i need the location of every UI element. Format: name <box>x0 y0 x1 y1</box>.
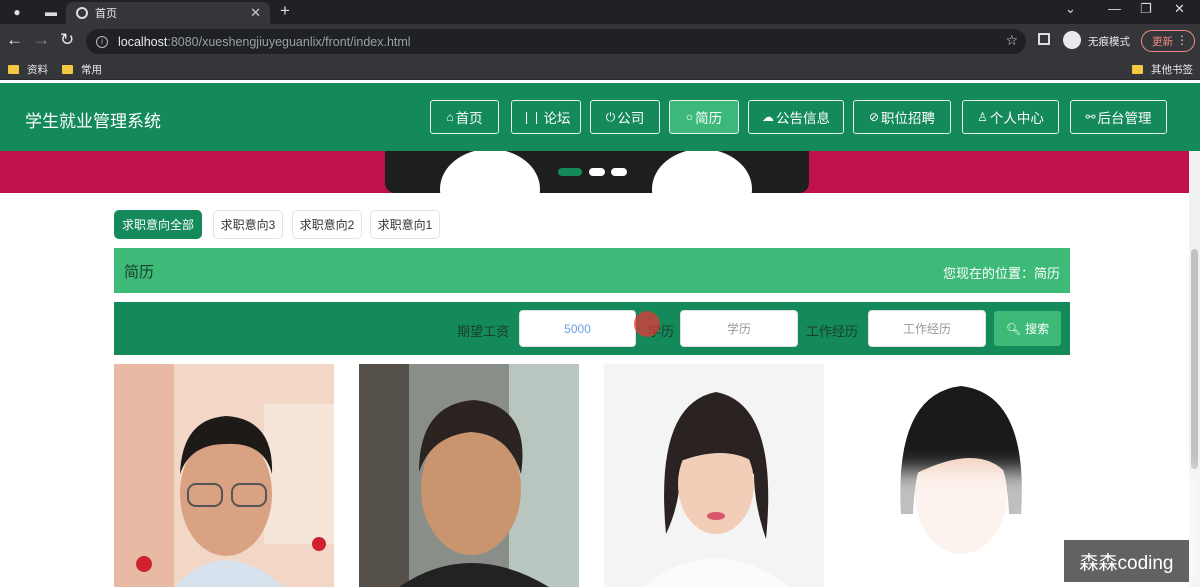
new-tab-icon[interactable]: + <box>280 1 290 21</box>
menu-dots-icon[interactable]: ⋮ <box>1176 33 1188 47</box>
filter-all[interactable]: 求职意向全部 <box>114 210 202 239</box>
bookmark-label: 常用 <box>81 64 102 76</box>
cloud-icon: ☁ <box>762 110 774 124</box>
globe-icon <box>76 7 88 19</box>
link-icon: ⚯ <box>1085 110 1096 124</box>
close-tab-icon[interactable]: ✕ <box>250 5 261 21</box>
power-icon: ⏻ <box>605 109 616 124</box>
filter-intent-2[interactable]: 求职意向2 <box>292 210 362 239</box>
carousel-dot-active[interactable] <box>558 168 582 176</box>
banner-carousel[interactable] <box>0 151 1189 193</box>
experience-input[interactable]: 工作经历 <box>868 310 986 347</box>
bookmark-folder-2[interactable]: 常用 <box>62 62 102 77</box>
nav-profile[interactable]: ♙ 个人中心 <box>962 100 1059 134</box>
nav-label: 个人中心 <box>989 111 1044 126</box>
resume-card-photo[interactable] <box>359 364 579 587</box>
nav-label: 后台管理 <box>1097 111 1152 126</box>
salary-label: 期望工资 <box>457 324 510 339</box>
education-input[interactable]: 学历 <box>680 310 798 347</box>
browser-tab-active[interactable]: 首页 ✕ <box>66 2 270 24</box>
pinned-tab-globe-icon[interactable]: ● <box>6 3 28 21</box>
side-panel-icon[interactable] <box>1038 33 1050 45</box>
forward-icon[interactable]: → <box>33 30 50 50</box>
mouse-cursor-highlight <box>634 311 660 337</box>
close-window-icon[interactable]: ✕ <box>1174 1 1185 17</box>
nav-label: 公告信息 <box>776 111 830 126</box>
home-icon: ⌂ <box>446 110 454 124</box>
breadcrumb: 您现在的位置：简历 <box>942 266 1060 281</box>
minimize-icon[interactable]: — <box>1108 1 1121 16</box>
nav-resume[interactable]: ○ 简历 <box>669 100 739 134</box>
browser-tab-strip: ● ▬ 首页 ✕ + ⌄ — ❐ ✕ <box>0 0 1200 24</box>
filter-intent-1[interactable]: 求职意向1 <box>370 210 440 239</box>
site-info-icon[interactable]: i <box>96 35 108 48</box>
url-path: :8080/xueshengjiuyeguanlix/front/index.h… <box>167 34 411 49</box>
folder-icon <box>8 65 19 74</box>
bookmark-label: 资料 <box>27 64 48 76</box>
nav-label: 首页 <box>455 111 483 126</box>
incognito-icon[interactable] <box>1063 31 1081 49</box>
site-header: 学生就业管理系统 ⌂ 首页 ❘❘ 论坛 ⏻ 公司 ○ 简历 ☁ 公告信息 ⊘ 职位招聘 ♙ 个… <box>0 83 1200 151</box>
banner-shape <box>440 151 540 193</box>
nav-label: 公司 <box>617 111 645 126</box>
nav-label: 简历 <box>695 111 723 126</box>
pinned-tab-page-icon[interactable]: ▬ <box>40 3 62 21</box>
page-title-bar: 简历 您现在的位置：简历 <box>114 248 1070 293</box>
bookmarks-bar: 资料 常用 其他书签 <box>0 58 1200 80</box>
nav-announcements[interactable]: ☁ 公告信息 <box>748 100 844 134</box>
url-host: localhost <box>118 34 168 49</box>
scrollbar-thumb[interactable] <box>1191 249 1198 469</box>
nav-admin[interactable]: ⚯ 后台管理 <box>1070 100 1167 134</box>
tab-search-chevron-icon[interactable]: ⌄ <box>1065 1 1076 17</box>
folder-icon <box>1132 65 1143 74</box>
nav-forum[interactable]: ❘❘ 论坛 <box>511 100 581 134</box>
salary-input[interactable]: 5000 <box>519 310 636 347</box>
reload-icon[interactable]: ↻ <box>60 30 74 50</box>
banner-shape <box>652 151 752 193</box>
restore-icon[interactable]: ❐ <box>1140 1 1152 17</box>
tab-title: 首页 <box>95 8 117 20</box>
search-button-label: 搜索 <box>1025 322 1050 336</box>
nav-jobs[interactable]: ⊘ 职位招聘 <box>853 100 951 134</box>
search-icon: 🔍︎ <box>1005 321 1022 336</box>
resume-card-photo[interactable] <box>604 364 824 587</box>
resume-card-photo[interactable] <box>114 364 334 587</box>
update-button[interactable]: 更新 ⋮ <box>1141 30 1195 52</box>
link-icon: ⊘ <box>868 110 880 124</box>
bookmark-folder-1[interactable]: 资料 <box>8 62 48 77</box>
other-bookmarks[interactable]: 其他书签 <box>1132 62 1193 77</box>
site-title: 学生就业管理系统 <box>25 112 161 131</box>
experience-label: 工作经历 <box>806 324 859 339</box>
back-icon[interactable]: ← <box>6 30 23 50</box>
address-bar[interactable]: i localhost :8080/xueshengjiuyeguanlix/f… <box>86 29 1026 54</box>
user-icon: ♙ <box>977 110 988 124</box>
watermark: 森森coding <box>1064 540 1189 582</box>
chat-icon: ○ <box>685 110 694 124</box>
incognito-label: 无痕模式 <box>1088 36 1130 48</box>
bookmark-star-icon[interactable]: ☆ <box>1005 32 1018 49</box>
nav-home[interactable]: ⌂ 首页 <box>430 100 499 134</box>
forum-icon: ❘❘ <box>521 110 542 124</box>
carousel-dot[interactable] <box>589 168 605 176</box>
carousel-dot[interactable] <box>611 168 627 176</box>
search-bar: 期望工资 5000 学历 学历 工作经历 工作经历 🔍︎ 搜索 <box>114 302 1070 355</box>
other-bookmarks-label: 其他书签 <box>1151 64 1193 76</box>
folder-icon <box>62 65 73 74</box>
update-label: 更新 <box>1152 35 1173 48</box>
page-title: 简历 <box>124 264 155 281</box>
nav-label: 职位招聘 <box>881 111 936 126</box>
browser-toolbar: ← → ↻ i localhost :8080/xueshengjiuyegua… <box>0 24 1200 58</box>
nav-label: 论坛 <box>543 111 571 126</box>
nav-company[interactable]: ⏻ 公司 <box>590 100 660 134</box>
filter-intent-3[interactable]: 求职意向3 <box>213 210 283 239</box>
search-button[interactable]: 🔍︎ 搜索 <box>994 311 1061 346</box>
